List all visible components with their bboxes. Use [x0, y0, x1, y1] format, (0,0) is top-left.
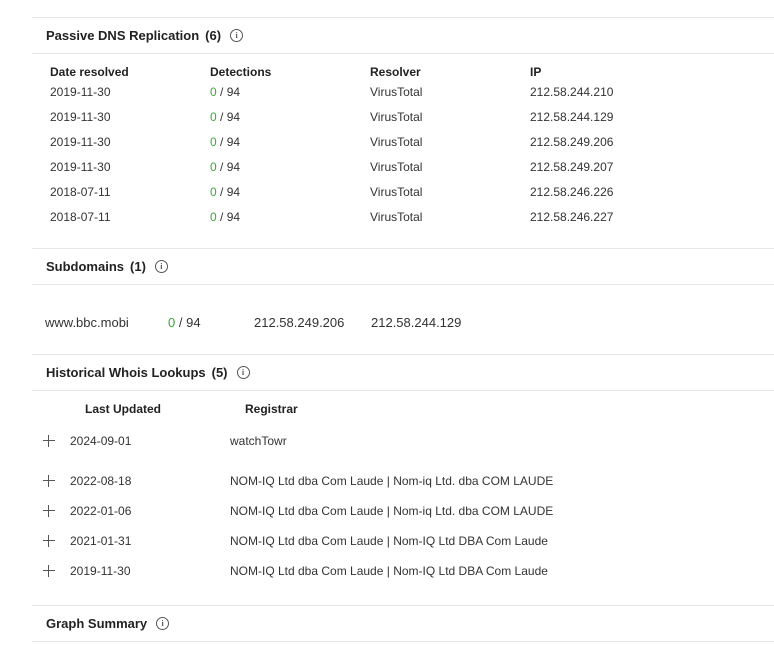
- expand-plus-icon[interactable]: [42, 504, 56, 518]
- pdns-count: (6): [205, 28, 222, 43]
- detection-total: / 94: [220, 160, 241, 174]
- whois-registrar: NOM-IQ Ltd dba Com Laude | Nom-IQ Ltd DB…: [230, 564, 548, 578]
- whois-registrar: NOM-IQ Ltd dba Com Laude | Nom-iq Ltd. d…: [230, 474, 554, 488]
- pdns-detections: 0 / 94: [210, 110, 240, 124]
- pdns-ip-link[interactable]: 212.58.244.210: [530, 85, 613, 99]
- pdns-date: 2019-11-30: [50, 160, 111, 174]
- whois-date: 2021-01-31: [70, 534, 132, 548]
- pdns-resolver: VirusTotal: [370, 135, 423, 149]
- pdns-resolver: VirusTotal: [370, 185, 423, 199]
- subdomain-ip-link[interactable]: 212.58.244.129: [371, 315, 461, 330]
- column-header-detections[interactable]: Detections: [210, 65, 271, 79]
- pdns-title: Passive DNS Replication: [46, 28, 200, 43]
- detection-total: / 94: [220, 185, 241, 199]
- pdns-detections: 0 / 94: [210, 210, 240, 224]
- subdomain-ip-link[interactable]: 212.58.249.206: [254, 315, 344, 330]
- whois-title: Historical Whois Lookups: [46, 365, 206, 380]
- whois-section-title: Historical Whois Lookups (5) i: [46, 365, 250, 380]
- pdns-detections: 0 / 94: [210, 160, 240, 174]
- pdns-ip-link[interactable]: 212.58.244.129: [530, 110, 613, 124]
- expand-plus-icon[interactable]: [42, 564, 56, 578]
- column-header-ip[interactable]: IP: [530, 65, 541, 79]
- info-icon[interactable]: i: [156, 617, 170, 630]
- column-header-last-updated[interactable]: Last Updated: [85, 402, 161, 416]
- pdns-resolver: VirusTotal: [370, 85, 423, 99]
- info-icon[interactable]: i: [154, 260, 168, 273]
- pdns-detections: 0 / 94: [210, 185, 240, 199]
- subdomains-title: Subdomains: [46, 259, 125, 274]
- divider: [32, 17, 774, 18]
- whois-registrar: NOM-IQ Ltd dba Com Laude | Nom-IQ Ltd DB…: [230, 534, 548, 548]
- info-icon[interactable]: i: [230, 29, 244, 42]
- pdns-ip-link[interactable]: 212.58.246.226: [530, 185, 613, 199]
- detection-total: / 94: [178, 315, 201, 330]
- whois-date: 2024-09-01: [70, 434, 132, 448]
- divider: [32, 390, 774, 391]
- column-header-registrar[interactable]: Registrar: [245, 402, 298, 416]
- whois-date: 2019-11-30: [70, 564, 131, 578]
- pdns-resolver: VirusTotal: [370, 110, 423, 124]
- detection-total: / 94: [220, 210, 241, 224]
- pdns-resolver: VirusTotal: [370, 160, 423, 174]
- pdns-ip-link[interactable]: 212.58.249.207: [530, 160, 613, 174]
- subdomain-link[interactable]: www.bbc.mobi: [45, 315, 129, 330]
- divider: [32, 53, 774, 54]
- pdns-ip-link[interactable]: 212.58.246.227: [530, 210, 613, 224]
- subdomain-detections: 0 / 94: [168, 315, 201, 330]
- detection-total: / 94: [220, 110, 241, 124]
- graph-title: Graph Summary: [46, 616, 148, 631]
- pdns-date: 2019-11-30: [50, 135, 111, 149]
- divider: [32, 605, 774, 606]
- detection-count: 0: [210, 110, 217, 124]
- whois-date: 2022-08-18: [70, 474, 132, 488]
- divider: [32, 641, 774, 642]
- detection-count: 0: [210, 210, 217, 224]
- divider: [32, 248, 774, 249]
- expand-plus-icon[interactable]: [42, 534, 56, 548]
- pdns-resolver: VirusTotal: [370, 210, 423, 224]
- pdns-ip-link[interactable]: 212.58.249.206: [530, 135, 613, 149]
- divider: [32, 284, 774, 285]
- detection-total: / 94: [220, 85, 241, 99]
- whois-registrar: watchTowr: [230, 434, 287, 448]
- pdns-detections: 0 / 94: [210, 135, 240, 149]
- pdns-date: 2019-11-30: [50, 85, 111, 99]
- pdns-detections: 0 / 94: [210, 85, 240, 99]
- detection-count: 0: [168, 315, 176, 330]
- info-icon[interactable]: i: [236, 366, 250, 379]
- divider: [32, 354, 774, 355]
- detection-count: 0: [210, 185, 217, 199]
- pdns-section-title: Passive DNS Replication (6) i: [46, 28, 244, 43]
- whois-registrar: NOM-IQ Ltd dba Com Laude | Nom-iq Ltd. d…: [230, 504, 554, 518]
- whois-count: (5): [211, 365, 228, 380]
- detection-count: 0: [210, 135, 217, 149]
- column-header-date-resolved[interactable]: Date resolved: [50, 65, 129, 79]
- subdomains-count: (1): [130, 259, 146, 274]
- graph-section-title: Graph Summary i: [46, 616, 170, 631]
- detection-count: 0: [210, 85, 217, 99]
- expand-plus-icon[interactable]: [42, 474, 56, 488]
- pdns-date: 2018-07-11: [50, 210, 111, 224]
- detection-total: / 94: [220, 135, 241, 149]
- expand-plus-icon[interactable]: [42, 434, 56, 448]
- whois-date: 2022-01-06: [70, 504, 132, 518]
- subdomains-section-title: Subdomains (1) i: [46, 259, 168, 274]
- detection-count: 0: [210, 160, 217, 174]
- pdns-date: 2019-11-30: [50, 110, 111, 124]
- column-header-resolver[interactable]: Resolver: [370, 65, 421, 79]
- pdns-date: 2018-07-11: [50, 185, 111, 199]
